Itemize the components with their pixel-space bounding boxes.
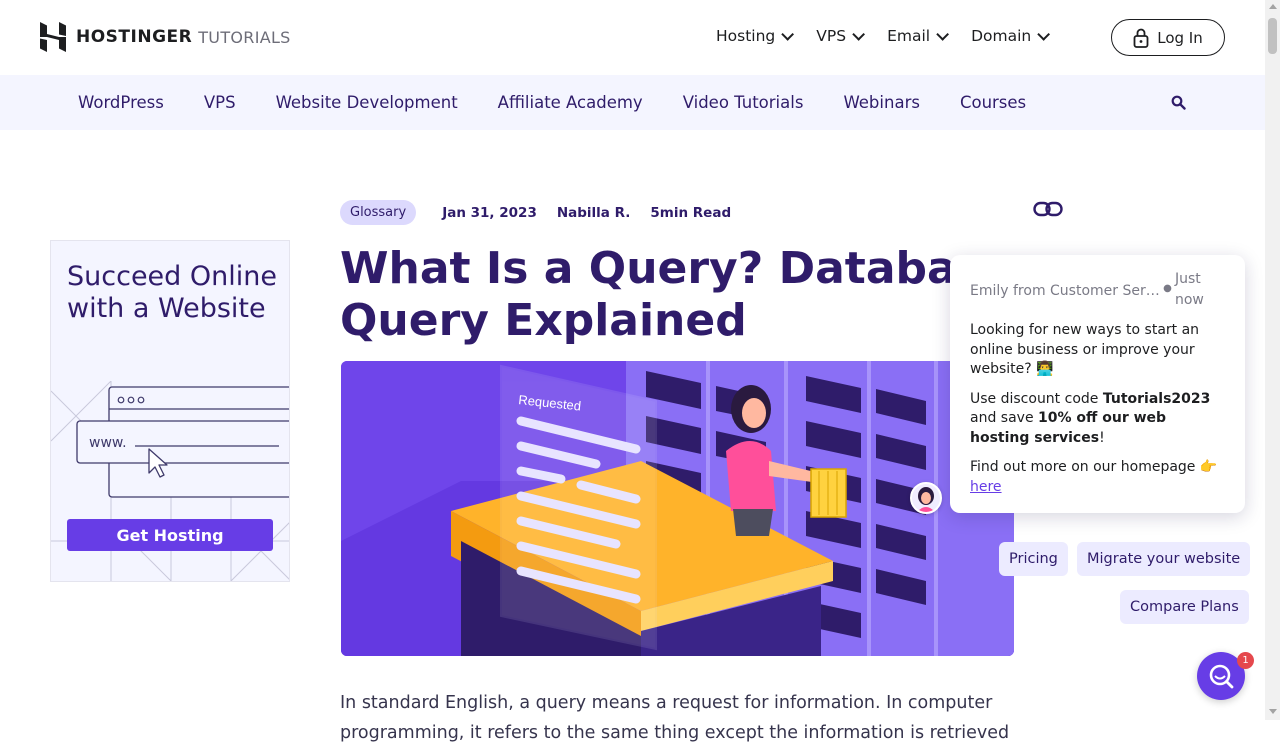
chat-popup[interactable]: Emily from Customer Service ● Just now L… (950, 255, 1245, 513)
chevron-down-icon (852, 27, 866, 41)
login-label: Log In (1157, 28, 1203, 47)
category-video-tutorials[interactable]: Video Tutorials (683, 93, 804, 112)
browser-illustration (51, 381, 289, 581)
chevron-down-icon (936, 27, 950, 41)
category-affiliate-academy[interactable]: Affiliate Academy (498, 93, 643, 112)
top-header: HOSTINGER TUTORIALS Hosting VPS Email Do… (0, 0, 1265, 75)
chat-message-1: Looking for new ways to start an online … (970, 322, 1200, 377)
chat-message-3: Find out more on our homepage 👉 here (970, 458, 1225, 497)
chat-text: Find out more on our homepage 👉 (970, 459, 1218, 475)
quick-reply-migrate[interactable]: Migrate your website (1077, 542, 1251, 576)
nav-domain[interactable]: Domain (971, 27, 1051, 45)
hostinger-logo-icon (40, 22, 66, 52)
read-time: 5min Read (650, 204, 732, 221)
nav-email-label: Email (887, 27, 931, 45)
nav-vps[interactable]: VPS (816, 27, 866, 45)
nav-domain-label: Domain (971, 27, 1032, 45)
author-name[interactable]: Nabilla R. (557, 205, 631, 221)
logo-brand: HOSTINGER (76, 27, 193, 47)
publish-date: Jan 31, 2023 (442, 204, 537, 221)
chat-sender: Emily from Customer Service (970, 283, 1160, 299)
login-button[interactable]: Log In (1111, 19, 1225, 56)
scroll-up-arrow-icon[interactable] (1269, 4, 1277, 9)
notification-badge: 1 (1237, 652, 1254, 669)
sidebar-ad[interactable]: Succeed Online with a Website www. Get H… (50, 240, 290, 582)
chevron-down-icon (781, 27, 795, 41)
article-meta: Glossary Jan 31, 2023 Nabilla R. 5min Re… (340, 200, 751, 225)
scrollbar-thumb[interactable] (1268, 18, 1277, 54)
article-title: What Is a Query? Database Query Explaine… (340, 243, 1013, 346)
chat-text: and save (970, 410, 1039, 426)
category-wordpress[interactable]: WordPress (78, 93, 164, 112)
category-website-development[interactable]: Website Development (276, 93, 458, 112)
nav-vps-label: VPS (816, 27, 847, 45)
chat-text: Use discount code (970, 390, 1103, 407)
chevron-down-icon (1037, 27, 1051, 41)
ad-title: Succeed Online with a Website (67, 261, 277, 324)
discount-code: Tutorials2023 (1102, 390, 1211, 407)
nav-email[interactable]: Email (887, 27, 950, 45)
chat-text: ! (1099, 429, 1105, 446)
category-tag[interactable]: Glossary (340, 200, 417, 225)
chat-message-2: Use discount code Tutorials2023 and save… (970, 390, 1225, 449)
category-bar: WordPress VPS Website Development Affili… (0, 75, 1265, 130)
category-webinars[interactable]: Webinars (843, 93, 920, 112)
article-intro: In standard English, a query means a req… (340, 693, 1010, 743)
separator-dot-icon: ● (1163, 283, 1172, 294)
agent-avatar (910, 482, 942, 514)
page-scrollbar[interactable] (1265, 0, 1280, 720)
get-hosting-button[interactable]: Get Hosting (67, 519, 273, 551)
search-icon[interactable] (1171, 95, 1186, 114)
ad-url-text: www. (89, 435, 127, 451)
category-courses[interactable]: Courses (960, 93, 1026, 112)
quick-reply-compare-plans[interactable]: Compare Plans (1120, 590, 1249, 624)
lock-icon (1133, 28, 1149, 48)
chat-search-icon (1209, 664, 1234, 689)
nav-hosting[interactable]: Hosting (716, 27, 795, 45)
quick-reply-pricing[interactable]: Pricing (999, 542, 1068, 576)
chat-header: Emily from Customer Service ● Just now (970, 269, 1225, 311)
chat-here-link[interactable]: here (970, 479, 1002, 495)
copy-link-icon[interactable] (1033, 199, 1063, 223)
chat-time: Just now (1174, 271, 1204, 308)
logo[interactable]: HOSTINGER TUTORIALS (40, 22, 291, 52)
main-nav: Hosting VPS Email Domain (716, 27, 1072, 45)
category-nav: WordPress VPS Website Development Affili… (78, 93, 1066, 112)
category-vps[interactable]: VPS (204, 93, 236, 112)
scroll-down-arrow-icon[interactable] (1269, 709, 1277, 714)
nav-hosting-label: Hosting (716, 27, 776, 45)
logo-subtitle: TUTORIALS (198, 27, 291, 47)
